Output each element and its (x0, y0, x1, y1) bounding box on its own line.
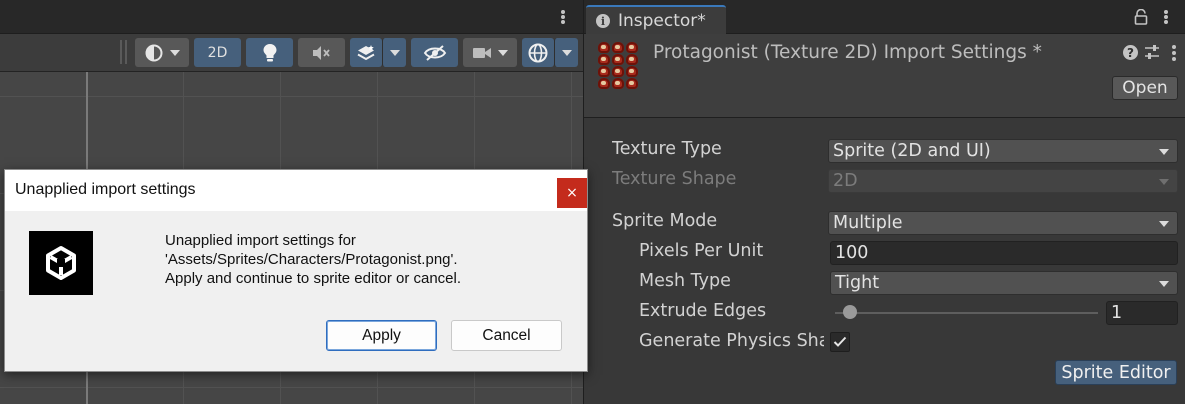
dialog-message-line: 'Assets/Sprites/Characters/Protagonist.p… (165, 251, 458, 268)
effects-layers-icon (357, 44, 375, 60)
texture-type-label: Texture Type (612, 139, 722, 159)
sprite-sheet-thumbnail (598, 42, 638, 90)
inspector-tab-bar: i Inspector* (584, 0, 1185, 35)
mesh-type-label: Mesh Type (639, 271, 731, 291)
import-settings-header: Protagonist (Texture 2D) Import Settings… (584, 34, 1185, 118)
audio-mute-icon (312, 45, 330, 60)
header-more-menu-icon[interactable] (1170, 44, 1178, 62)
pixels-per-unit-row: Pixels Per Unit 100 (584, 239, 1185, 265)
dialog-message-line: Unapplied import settings for (165, 232, 356, 249)
chevron-down-icon (1159, 281, 1169, 287)
gizmos-toggle-button[interactable] (522, 38, 554, 67)
dialog-message: Unapplied import settings for 'Assets/Sp… (165, 231, 461, 288)
inspector-panel: i Inspector* Protagonist (Texture 2D) Im… (583, 0, 1185, 404)
import-settings-title: Protagonist (Texture 2D) Import Settings… (653, 42, 1042, 63)
scene-toolbar: 2D (0, 34, 583, 72)
cancel-button[interactable]: Cancel (451, 320, 562, 351)
camera-dropdown[interactable] (463, 38, 517, 67)
toggle-2d-label: 2D (207, 44, 228, 61)
scene-tab-bar (0, 0, 583, 34)
pixels-per-unit-label: Pixels Per Unit (639, 241, 764, 261)
chevron-down-icon (170, 49, 180, 56)
texture-shape-row: Texture Shape 2D (584, 167, 1185, 193)
dialog-message-line: Apply and continue to sprite editor or c… (165, 270, 462, 287)
dialog-titlebar[interactable]: Unapplied import settings × (5, 170, 587, 211)
mesh-type-value: Tight (835, 273, 880, 293)
lightbulb-icon (263, 43, 276, 61)
apply-button[interactable]: Apply (326, 320, 437, 351)
shading-mode-dropdown[interactable] (135, 38, 189, 67)
open-button[interactable]: Open (1112, 76, 1178, 100)
scene-visibility-icon (423, 44, 446, 61)
toggle-2d-button[interactable]: 2D (194, 38, 241, 67)
texture-shape-value: 2D (833, 171, 858, 191)
generate-physics-row: Generate Physics Shape (584, 329, 1185, 355)
sprite-mode-label: Sprite Mode (612, 211, 718, 231)
lighting-toggle-button[interactable] (246, 38, 293, 67)
inspector-more-menu-icon[interactable] (1160, 8, 1172, 26)
sprite-editor-button[interactable]: Sprite Editor (1055, 360, 1177, 385)
unity-logo-icon (29, 231, 93, 295)
effects-dropdown-button[interactable] (382, 38, 406, 67)
sprite-mode-row: Sprite Mode Multiple (584, 209, 1185, 235)
audio-toggle-button[interactable] (298, 38, 345, 67)
info-icon: i (596, 14, 610, 28)
mesh-type-dropdown[interactable]: Tight (830, 271, 1178, 295)
texture-shape-label: Texture Shape (612, 169, 737, 189)
sprite-mode-value: Multiple (833, 213, 903, 233)
help-icon[interactable]: ? (1123, 45, 1138, 60)
inspector-tab-label: Inspector* (618, 11, 706, 31)
sprite-mode-dropdown[interactable]: Multiple (828, 211, 1178, 235)
chevron-down-icon (498, 49, 508, 56)
shading-mode-icon (145, 44, 163, 61)
presets-sliders-icon[interactable] (1144, 44, 1160, 60)
camera-icon (473, 47, 491, 58)
extrude-edges-row: Extrude Edges 1 (584, 299, 1185, 325)
mesh-type-row: Mesh Type Tight (584, 269, 1185, 295)
extrude-edges-value: 1 (1111, 303, 1123, 323)
checkmark-icon (833, 336, 847, 347)
chevron-down-icon (1159, 149, 1169, 155)
generate-physics-label: Generate Physics Shape (639, 331, 824, 351)
chevron-down-icon (561, 49, 572, 56)
toolbar-grip[interactable] (125, 40, 127, 64)
dialog-title: Unapplied import settings (15, 181, 196, 198)
chevron-down-icon (1159, 221, 1169, 227)
gizmos-dropdown-button[interactable] (554, 38, 578, 67)
chevron-down-icon (1159, 179, 1169, 185)
toolbar-grip[interactable] (120, 40, 122, 64)
dialog-close-button[interactable]: × (557, 178, 587, 208)
generate-physics-checkbox[interactable] (830, 332, 850, 352)
tab-inspector[interactable]: i Inspector* (586, 5, 726, 35)
texture-type-dropdown[interactable]: Sprite (2D and UI) (828, 139, 1178, 163)
extrude-edges-slider-thumb[interactable] (843, 305, 857, 319)
effects-toggle-button[interactable] (350, 38, 382, 67)
scene-more-menu-icon[interactable] (557, 8, 569, 26)
lock-icon[interactable] (1134, 9, 1148, 25)
unapplied-settings-dialog: Unapplied import settings × Unapplied im… (4, 169, 588, 372)
chevron-down-icon (389, 49, 400, 56)
scene-visibility-button[interactable] (411, 38, 458, 67)
gizmos-globe-icon (528, 43, 548, 62)
close-icon: × (566, 185, 578, 201)
pixels-per-unit-value: 100 (835, 243, 869, 263)
extrude-edges-slider-track[interactable] (835, 312, 1098, 314)
pixels-per-unit-input[interactable]: 100 (830, 241, 1178, 265)
texture-type-row: Texture Type Sprite (2D and UI) (584, 137, 1185, 163)
extrude-edges-label: Extrude Edges (639, 301, 767, 321)
texture-type-value: Sprite (2D and UI) (833, 141, 991, 161)
extrude-edges-input[interactable]: 1 (1106, 301, 1178, 325)
texture-shape-dropdown: 2D (828, 169, 1178, 193)
